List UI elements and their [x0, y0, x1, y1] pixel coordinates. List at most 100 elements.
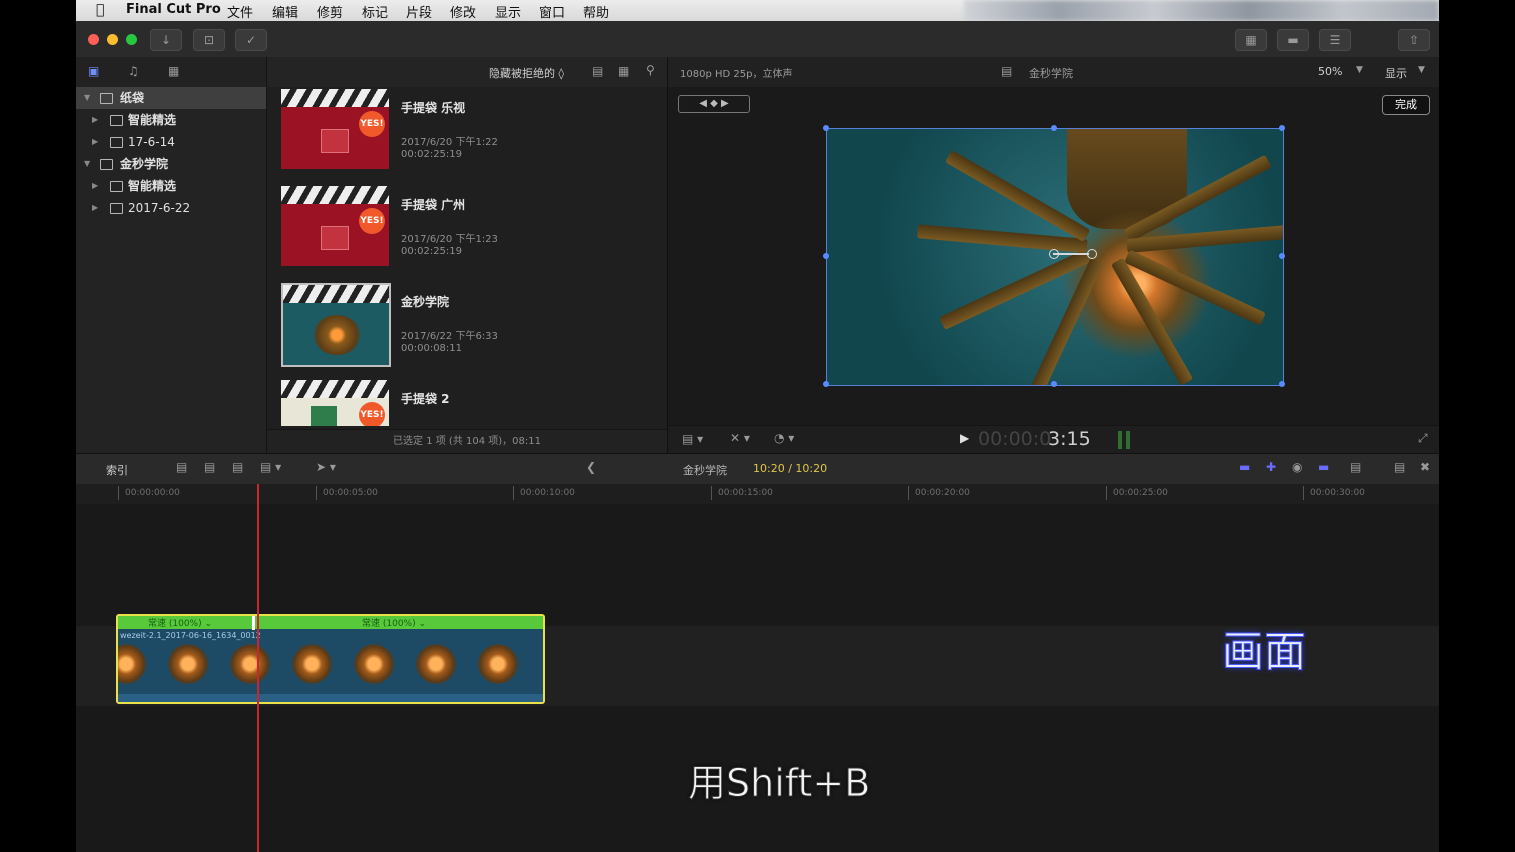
menu-trim[interactable]: 修剪: [317, 2, 343, 21]
transform-handle[interactable]: [1279, 125, 1285, 131]
menu-clip[interactable]: 片段: [406, 2, 432, 21]
clip-badge: YES!: [359, 402, 385, 426]
keyframe-navigation[interactable]: ◀ ◆ ▶: [678, 95, 750, 113]
clip-filter-dropdown[interactable]: 隐藏被拒绝的 ◊: [489, 65, 564, 81]
connect-clip-icon[interactable]: ▤: [176, 460, 187, 474]
titles-generators-icon[interactable]: ▦: [168, 64, 179, 78]
effects-browser-icon[interactable]: ▤: [1394, 460, 1405, 474]
disclosure-open-icon[interactable]: ▼: [84, 87, 90, 109]
transitions-browser-icon[interactable]: ✖: [1420, 460, 1430, 474]
clip-name: 手提袋 广州: [401, 198, 466, 212]
clip-thumbnail[interactable]: YES!: [281, 380, 389, 426]
rotation-handle-icon[interactable]: [1087, 249, 1097, 259]
chevron-down-icon[interactable]: ▼: [1356, 65, 1363, 75]
transform-handle[interactable]: [823, 125, 829, 131]
apple-icon[interactable]: : [96, 2, 104, 18]
audio-skimming-icon[interactable]: ◉: [1292, 460, 1302, 474]
menu-modify[interactable]: 修改: [450, 2, 476, 21]
menu-mark[interactable]: 标记: [362, 2, 388, 21]
clip-thumbnail[interactable]: YES!: [281, 186, 389, 266]
browser-clip-selected[interactable]: 金秒学院 2017/6/22 下午6:33 00:00:08:11: [277, 281, 647, 371]
speed-label-right[interactable]: 常速 (100%) ⌄: [362, 616, 426, 629]
disclosure-closed-icon[interactable]: ▶: [92, 175, 98, 197]
clip-thumbnail[interactable]: [281, 283, 391, 367]
keyword-icon[interactable]: ⊡: [193, 29, 225, 51]
transform-handle[interactable]: [1279, 253, 1285, 259]
browser-layout-icon[interactable]: ▦: [1235, 29, 1267, 51]
insert-clip-icon[interactable]: ▤: [204, 460, 215, 474]
close-window-button[interactable]: [88, 34, 99, 45]
menu-app-name[interactable]: Final Cut Pro: [126, 2, 221, 17]
transform-handle[interactable]: [1051, 381, 1057, 387]
snapping-icon[interactable]: ✚: [1266, 460, 1276, 474]
menu-help[interactable]: 帮助: [583, 2, 609, 21]
transform-tools-icon[interactable]: ✕ ▾: [730, 431, 750, 445]
retime-bar[interactable]: 常速 (100%) ⌄ 常速 (100%) ⌄: [118, 616, 543, 630]
speed-icon[interactable]: ◔ ▾: [774, 431, 794, 445]
browser-clip[interactable]: YES! 手提袋 广州 2017/6/20 下午1:23 00:02:25:19: [277, 184, 647, 274]
browser-clip[interactable]: YES! 手提袋 乐视 2017/6/20 下午1:22 00:02:25:19: [277, 87, 647, 177]
playhead[interactable]: [257, 484, 259, 852]
menu-window[interactable]: 窗口: [539, 2, 565, 21]
event-row-17-6-14[interactable]: ▶ 17-6-14: [76, 131, 266, 153]
zoom-dropdown[interactable]: 50%: [1318, 65, 1342, 78]
done-button[interactable]: 完成: [1382, 95, 1430, 115]
chevron-down-icon[interactable]: ▼: [1418, 65, 1425, 75]
background-tasks-icon[interactable]: ✓: [235, 29, 267, 51]
overwrite-clip-icon[interactable]: ▤ ▾: [260, 460, 281, 474]
library-row-jinmiao[interactable]: ▼ 金秒学院: [76, 153, 266, 175]
folder-icon: [110, 181, 123, 192]
clip-duration: 00:00:08:11: [401, 343, 463, 354]
import-icon[interactable]: ↓: [150, 29, 182, 51]
select-tool-icon[interactable]: ➤ ▾: [316, 460, 336, 474]
back-arrow-icon[interactable]: ❮: [586, 460, 596, 474]
smart-collection-row[interactable]: ▶ 智能精选: [76, 175, 266, 197]
clapper-image: [281, 89, 389, 107]
solo-icon[interactable]: ▬: [1318, 460, 1329, 474]
disclosure-open-icon[interactable]: ▼: [84, 153, 90, 175]
timeline-index-button[interactable]: 索引: [106, 462, 128, 478]
timeline-ruler[interactable]: 00:00:00:00 00:00:05:00 00:00:10:00 00:0…: [76, 484, 1439, 504]
timeline-layout-icon[interactable]: ▬: [1277, 29, 1309, 51]
transform-handle[interactable]: [823, 253, 829, 259]
retime-handle[interactable]: [252, 616, 255, 630]
transform-handle[interactable]: [1051, 125, 1057, 131]
play-icon[interactable]: ▶: [960, 431, 969, 445]
speed-label-left[interactable]: 常速 (100%) ⌄: [148, 616, 212, 629]
search-icon[interactable]: ⚲: [646, 63, 655, 77]
menu-view[interactable]: 显示: [495, 2, 521, 21]
fullscreen-icon[interactable]: ⤢: [1418, 431, 1428, 446]
transform-handle[interactable]: [1279, 381, 1285, 387]
disclosure-closed-icon[interactable]: ▶: [92, 197, 98, 219]
ruler-tick: 00:00:15:00: [711, 486, 773, 500]
disclosure-closed-icon[interactable]: ▶: [92, 131, 98, 153]
disclosure-closed-icon[interactable]: ▶: [92, 109, 98, 131]
append-clip-icon[interactable]: ▤: [232, 460, 243, 474]
minimize-window-button[interactable]: [107, 34, 118, 45]
menu-edit[interactable]: 编辑: [272, 2, 298, 21]
transform-handle[interactable]: [823, 381, 829, 387]
library-row-zhidai[interactable]: ▼ 纸袋: [76, 87, 266, 109]
menu-file[interactable]: 文件: [227, 2, 253, 21]
skimming-icon[interactable]: ▬: [1239, 460, 1250, 474]
inspector-icon[interactable]: ☰: [1319, 29, 1351, 51]
browser-clip[interactable]: YES! 手提袋 2: [277, 378, 647, 426]
library-label: 金秒学院: [120, 157, 169, 171]
timecode-display[interactable]: 3:15: [1048, 428, 1091, 450]
photos-audio-icon[interactable]: ♫: [128, 64, 139, 78]
event-row-2017-6-22[interactable]: ▶ 2017-6-22: [76, 197, 266, 219]
clip-appearance-icon[interactable]: ▤: [1350, 460, 1361, 474]
view-options-icon[interactable]: ▤ ▾: [682, 432, 703, 446]
zoom-window-button[interactable]: [126, 34, 137, 45]
display-dropdown[interactable]: 显示: [1385, 65, 1407, 81]
clip-appearance-icon[interactable]: ▤: [592, 64, 603, 78]
timeline-clip[interactable]: 常速 (100%) ⌄ 常速 (100%) ⌄ wezeit-2.1_2017-…: [116, 614, 545, 704]
clip-thumbnail[interactable]: YES!: [281, 89, 389, 169]
smart-collection-row[interactable]: ▶ 智能精选: [76, 109, 266, 131]
video-frame[interactable]: [826, 128, 1284, 386]
filmstrip-frame: [230, 644, 270, 684]
libraries-icon[interactable]: ▣: [88, 64, 99, 78]
filmstrip-view-icon[interactable]: ▦: [618, 64, 629, 78]
share-icon[interactable]: ⇧: [1398, 29, 1430, 51]
transform-center-icon[interactable]: [1049, 249, 1059, 259]
